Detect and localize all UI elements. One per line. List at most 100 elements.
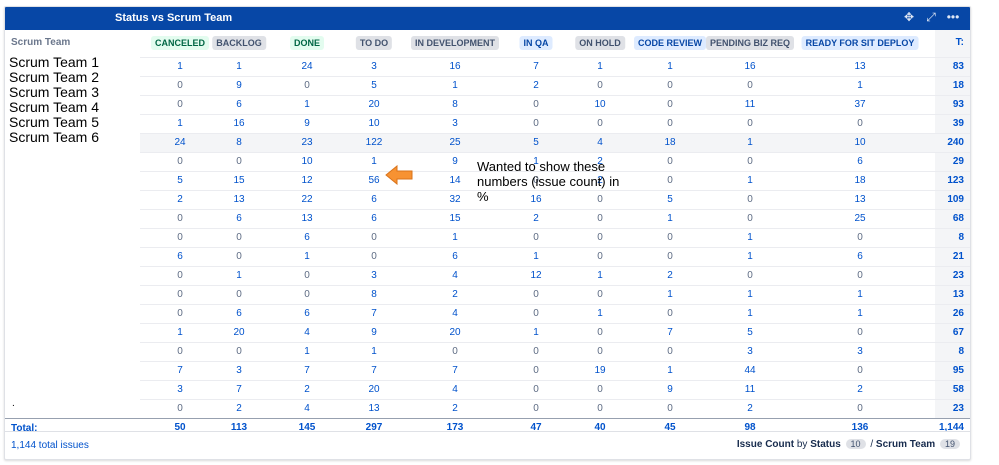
table-cell[interactable]: 7 <box>371 365 377 376</box>
column-header-ready-for-sit-deploy[interactable]: READY FOR SIT DEPLOY <box>801 36 919 50</box>
table-cell[interactable]: 1 <box>747 175 753 186</box>
table-cell[interactable]: 11 <box>745 384 755 395</box>
table-cell[interactable]: 4 <box>597 137 603 148</box>
row-total[interactable]: 95 <box>953 365 964 376</box>
table-cell[interactable]: 3 <box>857 346 863 357</box>
row-total[interactable]: 18 <box>953 80 964 91</box>
column-header-code-review[interactable]: CODE REVIEW <box>633 36 707 50</box>
table-cell[interactable]: 12 <box>301 175 312 186</box>
table-cell[interactable]: 10 <box>594 99 605 110</box>
row-total[interactable]: 109 <box>947 194 964 205</box>
table-cell[interactable]: 122 <box>366 137 383 148</box>
table-cell[interactable]: 1 <box>371 346 377 357</box>
table-cell[interactable]: 3 <box>236 365 242 376</box>
table-cell[interactable]: 1 <box>304 251 310 262</box>
row-total[interactable]: 21 <box>953 251 964 262</box>
table-cell[interactable]: 2 <box>857 384 863 395</box>
row-total[interactable]: 68 <box>953 213 964 224</box>
table-cell[interactable]: 23 <box>301 137 312 148</box>
table-cell[interactable]: 6 <box>857 251 863 262</box>
column-header-pending-biz-req[interactable]: PENDING BIZ REQ <box>705 36 795 50</box>
table-cell[interactable]: 2 <box>667 270 673 281</box>
table-cell[interactable]: 4 <box>452 308 458 319</box>
table-cell[interactable]: 16 <box>233 118 244 129</box>
table-cell[interactable]: 1 <box>747 232 753 243</box>
table-cell[interactable]: 9 <box>236 80 242 91</box>
table-cell[interactable]: 6 <box>236 99 242 110</box>
table-cell[interactable]: 1 <box>452 80 458 91</box>
table-cell[interactable]: 1 <box>857 289 863 300</box>
table-cell[interactable]: 4 <box>304 403 310 414</box>
table-cell[interactable]: 2 <box>177 194 183 205</box>
table-cell[interactable]: 37 <box>854 99 865 110</box>
table-cell[interactable]: 6 <box>304 308 310 319</box>
table-cell[interactable]: 18 <box>664 137 675 148</box>
table-cell[interactable]: 19 <box>594 365 605 376</box>
table-cell[interactable]: 18 <box>854 175 865 186</box>
row-total[interactable]: 23 <box>953 403 964 414</box>
table-cell[interactable]: 3 <box>452 118 458 129</box>
table-cell[interactable]: 20 <box>368 99 379 110</box>
table-cell[interactable]: 13 <box>233 194 244 205</box>
column-header-canceled[interactable]: CANCELED <box>150 36 210 50</box>
row-total[interactable]: 26 <box>953 308 964 319</box>
table-cell[interactable]: 1 <box>747 289 753 300</box>
table-cell[interactable]: 1 <box>667 213 673 224</box>
table-cell[interactable]: 25 <box>854 213 865 224</box>
table-cell[interactable]: 14 <box>449 175 460 186</box>
table-cell[interactable]: 2 <box>533 213 539 224</box>
table-cell[interactable]: 2 <box>236 403 242 414</box>
table-cell[interactable]: 3 <box>371 270 377 281</box>
table-cell[interactable]: 13 <box>368 403 379 414</box>
table-cell[interactable]: 1 <box>371 156 377 167</box>
table-cell[interactable]: 12 <box>530 270 541 281</box>
table-cell[interactable]: 1 <box>747 137 753 148</box>
table-cell[interactable]: 4 <box>452 270 458 281</box>
table-cell[interactable]: 24 <box>174 137 185 148</box>
row-total[interactable]: 58 <box>953 384 964 395</box>
total-issues-link[interactable]: 1,144 total issues <box>11 440 89 451</box>
table-cell[interactable]: 9 <box>371 327 377 338</box>
table-cell[interactable]: 6 <box>304 232 310 243</box>
table-cell[interactable]: 44 <box>744 365 755 376</box>
table-cell[interactable]: 3 <box>747 346 753 357</box>
table-cell[interactable]: 1 <box>597 61 603 72</box>
table-cell[interactable]: 1 <box>236 270 242 281</box>
table-cell[interactable]: 1 <box>857 80 863 91</box>
column-header-done[interactable]: DONE <box>289 36 325 50</box>
table-cell[interactable]: 5 <box>533 137 539 148</box>
table-cell[interactable]: 13 <box>854 61 865 72</box>
table-cell[interactable]: 20 <box>233 327 244 338</box>
table-cell[interactable]: 1 <box>667 61 673 72</box>
table-cell[interactable]: 5 <box>747 327 753 338</box>
table-cell[interactable]: 1 <box>177 327 183 338</box>
table-cell[interactable]: 1 <box>667 365 673 376</box>
row-total[interactable]: 83 <box>953 61 964 72</box>
table-cell[interactable]: 1 <box>747 308 753 319</box>
total-column-header[interactable]: T: <box>956 37 964 48</box>
table-cell[interactable]: 11 <box>745 99 755 110</box>
row-total[interactable]: 93 <box>953 99 964 110</box>
more-options-icon[interactable]: ••• <box>946 10 960 25</box>
table-cell[interactable]: 15 <box>233 175 244 186</box>
table-cell[interactable]: 13 <box>854 194 865 205</box>
table-cell[interactable]: 25 <box>449 137 460 148</box>
table-cell[interactable]: 20 <box>368 384 379 395</box>
table-cell[interactable]: 1 <box>857 308 863 319</box>
table-cell[interactable]: 4 <box>452 384 458 395</box>
row-total[interactable]: 240 <box>947 137 964 148</box>
table-cell[interactable]: 2 <box>747 403 753 414</box>
table-cell[interactable]: 6 <box>857 156 863 167</box>
table-cell[interactable]: 16 <box>449 61 460 72</box>
table-cell[interactable]: 15 <box>449 213 460 224</box>
table-cell[interactable]: 56 <box>368 175 379 186</box>
table-cell[interactable]: 1 <box>304 99 310 110</box>
table-cell[interactable]: 20 <box>449 327 460 338</box>
row-total[interactable]: 13 <box>953 289 964 300</box>
table-cell[interactable]: 5 <box>667 194 673 205</box>
table-cell[interactable]: 2 <box>452 289 458 300</box>
table-cell[interactable]: 22 <box>301 194 312 205</box>
column-header-backlog[interactable]: BACKLOG <box>212 36 266 50</box>
move-icon[interactable]: ✥ <box>902 10 916 25</box>
column-header-in-qa[interactable]: IN QA <box>519 36 553 50</box>
